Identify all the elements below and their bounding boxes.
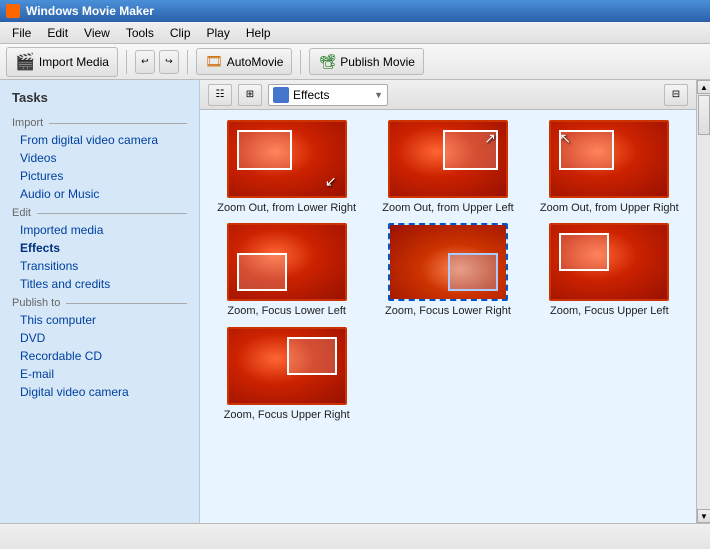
toolbar-separator-2	[187, 50, 188, 74]
undo-button[interactable]: ↩	[135, 50, 155, 74]
publish-movie-label: Publish Movie	[340, 55, 415, 69]
import-media-label: Import Media	[39, 55, 109, 69]
publish-to-section-header: Publish to	[0, 293, 199, 311]
effect-item-zoom-out-upper-right[interactable]: ↖ Zoom Out, from Upper Right	[533, 120, 686, 215]
toolbar-separator-3	[300, 50, 301, 74]
menu-tools[interactable]: Tools	[118, 24, 162, 42]
toolbar-separator-1	[126, 50, 127, 74]
effect-thumb-1: ↗	[388, 120, 508, 198]
effects-toolbar: ☷ ⊞ Effects ▼ ⊟	[200, 80, 696, 110]
tasks-title: Tasks	[0, 86, 199, 113]
effect-label-0: Zoom Out, from Lower Right	[217, 201, 356, 215]
title-bar: Windows Movie Maker	[0, 0, 710, 22]
dropdown-arrow-icon: ▼	[374, 90, 383, 100]
edit-section-header: Edit	[0, 203, 199, 221]
effects-dropdown-icon	[273, 87, 289, 103]
publish-icon: 📽	[318, 53, 336, 70]
menu-bar: File Edit View Tools Clip Play Help	[0, 22, 710, 44]
scroll-down-button[interactable]: ▼	[697, 509, 710, 523]
inset-box-3	[237, 253, 287, 291]
effects-options-button[interactable]: ⊟	[664, 84, 688, 106]
import-media-button[interactable]: 🎬 Import Media	[6, 47, 118, 77]
sidebar-item-videos[interactable]: Videos	[0, 149, 199, 167]
toolbar: 🎬 Import Media ↩ ↪ 🎞 AutoMovie 📽 Publish…	[0, 44, 710, 80]
menu-clip[interactable]: Clip	[162, 24, 199, 42]
effect-item-zoom-focus-lower-right[interactable]: Zoom, Focus Lower Right	[371, 223, 524, 318]
sidebar-item-digital-video-camera[interactable]: Digital video camera	[0, 383, 199, 401]
effects-area: ☷ ⊞ Effects ▼ ⊟ ↙ Zoom Out, from Lower R…	[200, 80, 696, 523]
automovie-icon: 🎞	[205, 53, 223, 70]
main-content: Tasks Import From digital video camera V…	[0, 80, 710, 523]
view-thumbnails-button[interactable]: ⊞	[238, 84, 262, 106]
status-bar	[0, 523, 710, 549]
arrow-1: ↗	[484, 130, 496, 147]
import-section-header: Import	[0, 113, 199, 131]
app-icon	[6, 4, 20, 18]
sidebar-item-imported-media[interactable]: Imported media	[0, 221, 199, 239]
effect-label-5: Zoom, Focus Upper Left	[550, 304, 669, 318]
inset-box-4	[448, 253, 498, 291]
effect-item-zoom-out-upper-left[interactable]: ↗ Zoom Out, from Upper Left	[371, 120, 524, 215]
effect-thumb-4	[388, 223, 508, 301]
arrow-2: ↖	[559, 130, 571, 147]
scroll-up-button[interactable]: ▲	[697, 80, 710, 94]
inset-box-0	[237, 130, 292, 170]
sidebar-item-effects[interactable]: Effects	[0, 239, 199, 257]
effect-label-6: Zoom, Focus Upper Right	[224, 408, 350, 422]
publish-movie-button[interactable]: 📽 Publish Movie	[309, 48, 423, 75]
effect-label-4: Zoom, Focus Lower Right	[385, 304, 511, 318]
effect-thumb-2: ↖	[549, 120, 669, 198]
menu-play[interactable]: Play	[199, 24, 238, 42]
scroll-thumb[interactable]	[698, 95, 710, 135]
effect-thumb-0: ↙	[227, 120, 347, 198]
effect-item-zoom-focus-upper-left[interactable]: Zoom, Focus Upper Left	[533, 223, 686, 318]
effects-dropdown-label: Effects	[293, 88, 329, 102]
sidebar-item-dvd[interactable]: DVD	[0, 329, 199, 347]
effect-item-zoom-focus-upper-right[interactable]: Zoom, Focus Upper Right	[210, 327, 363, 422]
menu-file[interactable]: File	[4, 24, 39, 42]
effect-label-3: Zoom, Focus Lower Left	[227, 304, 346, 318]
sidebar-item-titles-and-credits[interactable]: Titles and credits	[0, 275, 199, 293]
effects-dropdown[interactable]: Effects ▼	[268, 84, 388, 106]
tasks-panel: Tasks Import From digital video camera V…	[0, 80, 200, 523]
effects-grid: ↙ Zoom Out, from Lower Right ↗ Zoom Out,…	[200, 110, 696, 523]
inset-box-6	[287, 337, 337, 375]
menu-view[interactable]: View	[76, 24, 118, 42]
view-details-button[interactable]: ☷	[208, 84, 232, 106]
sidebar-item-audio-or-music[interactable]: Audio or Music	[0, 185, 199, 203]
effect-thumb-5	[549, 223, 669, 301]
effect-thumb-3	[227, 223, 347, 301]
redo-button[interactable]: ↪	[159, 50, 179, 74]
sidebar-item-pictures[interactable]: Pictures	[0, 167, 199, 185]
effect-thumb-6	[227, 327, 347, 405]
sidebar-item-this-computer[interactable]: This computer	[0, 311, 199, 329]
effect-item-zoom-out-lower-right[interactable]: ↙ Zoom Out, from Lower Right	[210, 120, 363, 215]
automovie-button[interactable]: 🎞 AutoMovie	[196, 48, 292, 75]
scroll-track	[697, 94, 710, 509]
scrollbar: ▲ ▼	[696, 80, 710, 523]
automovie-label: AutoMovie	[227, 55, 284, 69]
import-icon: 🎬	[15, 52, 35, 72]
inset-box-5	[559, 233, 609, 271]
effect-item-zoom-focus-lower-left[interactable]: Zoom, Focus Lower Left	[210, 223, 363, 318]
effect-label-1: Zoom Out, from Upper Left	[382, 201, 513, 215]
arrow-0: ↙	[325, 173, 337, 190]
menu-edit[interactable]: Edit	[39, 24, 76, 42]
sidebar-item-email[interactable]: E-mail	[0, 365, 199, 383]
menu-help[interactable]: Help	[238, 24, 279, 42]
effect-label-2: Zoom Out, from Upper Right	[540, 201, 679, 215]
sidebar-item-recordable-cd[interactable]: Recordable CD	[0, 347, 199, 365]
app-title: Windows Movie Maker	[26, 4, 154, 18]
sidebar-item-from-digital-video[interactable]: From digital video camera	[0, 131, 199, 149]
sidebar-item-transitions[interactable]: Transitions	[0, 257, 199, 275]
